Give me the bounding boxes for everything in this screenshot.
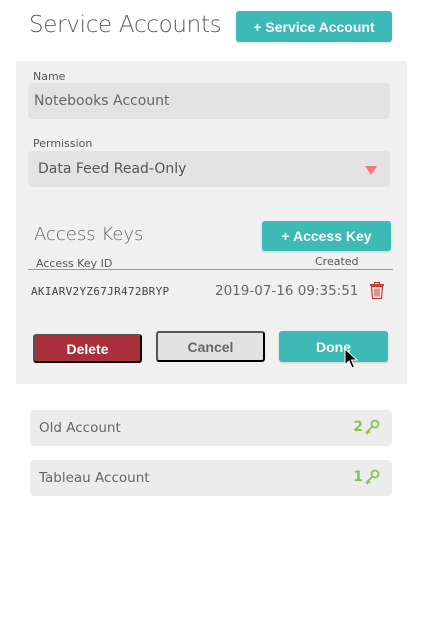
key-icon (365, 469, 380, 485)
cancel-button[interactable]: Cancel (156, 331, 265, 362)
done-button[interactable]: Done (279, 331, 388, 362)
account-name: Old Account (39, 420, 121, 436)
access-key-id: AKIARV2YZ67JR472BRYP (31, 285, 170, 298)
key-count-value: 2 (353, 419, 363, 435)
access-keys-title: Access Keys (34, 224, 144, 245)
permission-select[interactable]: Data Feed Read-Only (28, 151, 390, 187)
add-access-key-button[interactable]: + Access Key (262, 221, 391, 251)
access-key-created: 2019-07-16 09:35:51 (215, 283, 359, 299)
add-service-account-button[interactable]: + Service Account (236, 11, 392, 42)
trash-icon[interactable] (369, 282, 385, 299)
mouse-cursor-icon (344, 348, 358, 369)
name-label: Name (33, 70, 66, 83)
chevron-down-icon (365, 166, 377, 175)
key-count-badge: 2 (353, 419, 380, 435)
service-account-editor: Name Notebooks Account Permission Data F… (16, 61, 407, 384)
account-name: Tableau Account (39, 470, 150, 486)
account-item-tableau-account[interactable]: Tableau Account 1 (30, 460, 392, 496)
table-divider (28, 269, 393, 270)
key-icon (365, 419, 380, 435)
name-input[interactable]: Notebooks Account (28, 83, 390, 119)
key-count-value: 1 (353, 469, 363, 485)
delete-button[interactable]: Delete (33, 334, 142, 363)
column-header-created: Created (315, 255, 359, 268)
account-item-old-account[interactable]: Old Account 2 (30, 410, 392, 446)
permission-label: Permission (33, 137, 93, 150)
key-count-badge: 1 (353, 469, 380, 485)
page-title: Service Accounts (29, 12, 222, 38)
permission-value: Data Feed Read-Only (38, 161, 187, 177)
